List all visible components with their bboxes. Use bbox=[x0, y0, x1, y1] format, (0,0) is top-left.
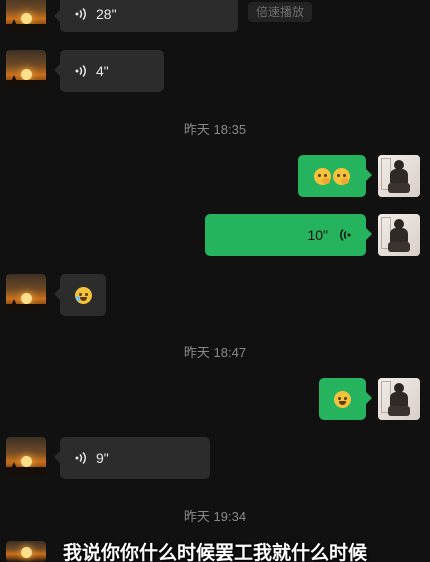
avatar-legs bbox=[388, 242, 410, 252]
chat-window[interactable]: 28" 倍速播放 4" 昨天 18:35 10" 昨天 18:47 9" 昨天 … bbox=[0, 0, 430, 562]
contact-avatar[interactable] bbox=[6, 274, 46, 314]
my-avatar[interactable] bbox=[378, 214, 420, 256]
timestamp: 昨天 18:47 bbox=[183, 345, 247, 360]
speed-play-button[interactable]: 倍速播放 bbox=[248, 2, 313, 22]
voice-wave-icon bbox=[338, 228, 352, 242]
voice-duration: 10" bbox=[307, 227, 328, 243]
my-avatar[interactable] bbox=[378, 155, 420, 197]
outgoing-voice-message[interactable]: 10" bbox=[205, 214, 372, 256]
sunset-sun bbox=[21, 69, 32, 80]
incoming-voice-message[interactable]: 9" bbox=[54, 437, 210, 479]
sunset-sun bbox=[21, 293, 32, 304]
contact-avatar[interactable] bbox=[6, 0, 46, 34]
timestamp: 昨天 19:34 bbox=[183, 509, 247, 524]
contact-avatar[interactable] bbox=[6, 50, 46, 90]
sunset-tree bbox=[10, 75, 18, 84]
incoming-voice-message[interactable]: 4" bbox=[54, 50, 164, 92]
contact-avatar[interactable] bbox=[6, 437, 46, 477]
voice-duration: 9" bbox=[96, 450, 109, 466]
avatar-legs bbox=[388, 183, 410, 193]
sunset-sun bbox=[21, 13, 32, 24]
thinking-face-emoji bbox=[314, 167, 331, 185]
outgoing-emoji-message[interactable] bbox=[319, 378, 372, 420]
voice-wave-icon bbox=[74, 451, 88, 465]
video-subtitle: 我说你你什么时候罢工我就什么时候 bbox=[62, 543, 367, 562]
outgoing-emoji-message[interactable] bbox=[298, 155, 372, 197]
incoming-voice-message[interactable]: 28" bbox=[54, 0, 238, 32]
timestamp: 昨天 18:35 bbox=[183, 122, 247, 137]
voice-wave-icon bbox=[74, 7, 88, 21]
thinking-face-emoji bbox=[333, 167, 350, 185]
avatar-legs bbox=[388, 406, 410, 416]
voice-wave-icon bbox=[74, 64, 88, 78]
sunset-sun bbox=[21, 456, 32, 467]
sunset-tree bbox=[10, 19, 18, 28]
sunset-tree bbox=[10, 299, 18, 308]
sweat-smile-emoji bbox=[334, 390, 351, 408]
voice-duration: 28" bbox=[96, 6, 117, 22]
voice-duration: 4" bbox=[96, 63, 109, 79]
my-avatar[interactable] bbox=[378, 378, 420, 420]
rolling-laughing-emoji bbox=[74, 286, 92, 304]
sunset-tree bbox=[10, 462, 18, 471]
incoming-emoji-message[interactable] bbox=[54, 274, 106, 316]
